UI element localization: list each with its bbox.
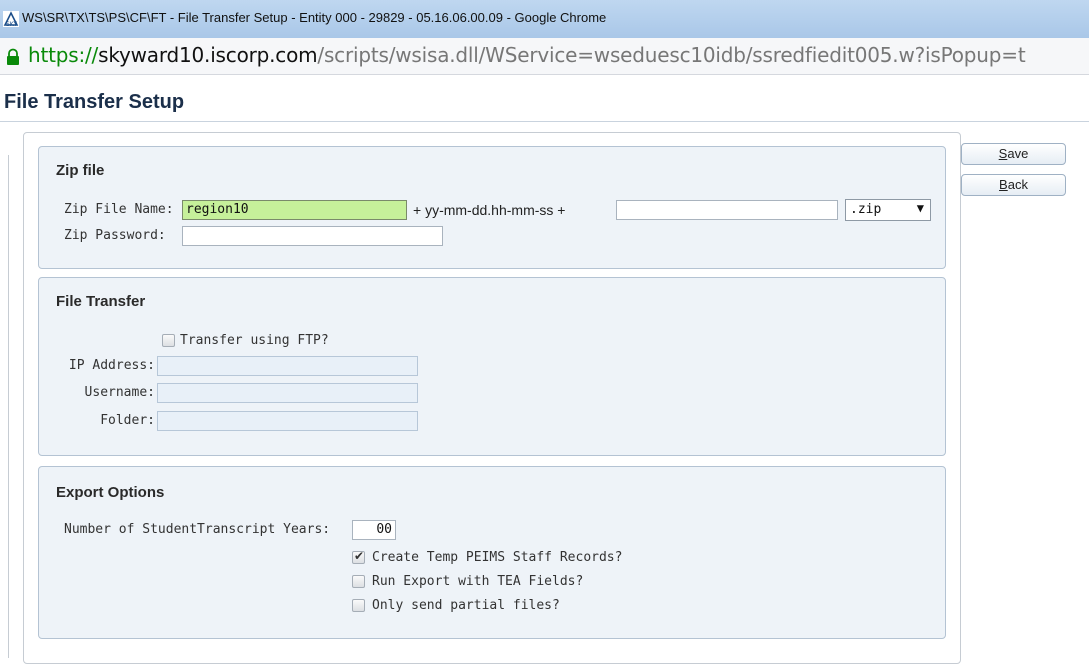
setup-form-panel: Zip file Zip File Name: region10 + yy-mm… — [23, 132, 961, 664]
lock-icon — [7, 48, 19, 65]
create-temp-peims-checkbox[interactable]: ✔ — [352, 549, 365, 564]
url-scheme: https:// — [28, 43, 99, 67]
transfer-ftp-checkbox[interactable] — [162, 334, 175, 347]
export-options-group: Export Options Number of StudentTranscri… — [38, 466, 946, 639]
zip-extension-select[interactable]: .zip ▼ — [845, 199, 931, 221]
file-transfer-group: File Transfer Transfer using FTP? IP Add… — [38, 277, 946, 456]
folder-label: Folder: — [100, 413, 155, 428]
transcript-years-input[interactable]: 00 — [352, 520, 396, 540]
page-content: File Transfer Setup Zip file Zip File Na… — [0, 75, 1089, 664]
username-input[interactable] — [157, 383, 418, 403]
partial-files-label: Only send partial files? — [372, 598, 560, 613]
zip-file-name-label: Zip File Name: — [64, 202, 174, 217]
zip-password-label: Zip Password: — [64, 228, 166, 243]
create-temp-peims-label: Create Temp PEIMS Staff Records? — [372, 550, 623, 565]
checkmark-icon: ✔ — [354, 549, 365, 563]
page-title: File Transfer Setup — [4, 91, 185, 113]
url-path: /scripts/wsisa.dll/WService=wseduesc10id… — [317, 43, 1026, 67]
username-label: Username: — [84, 385, 155, 400]
window-titlebar: SKY WS\SR\TX\TS\PS\CF\FT - File Transfer… — [0, 0, 1089, 38]
run-export-tea-checkbox[interactable] — [352, 575, 365, 588]
panel-left-edge — [8, 155, 9, 658]
transcript-years-label: Number of StudentTranscript Years: — [64, 522, 331, 537]
back-label: ack — [1007, 177, 1028, 192]
address-bar[interactable]: https://skyward10.iscorp.com/scripts/wsi… — [0, 38, 1089, 75]
file-transfer-group-title: File Transfer — [56, 293, 146, 310]
dropdown-arrow-icon: ▼ — [916, 201, 924, 215]
title-divider — [0, 121, 1089, 122]
window-title: WS\SR\TX\TS\PS\CF\FT - File Transfer Set… — [22, 10, 607, 25]
ip-address-input[interactable] — [157, 356, 418, 376]
partial-files-checkbox[interactable] — [352, 599, 365, 612]
save-button[interactable]: Save — [961, 143, 1066, 165]
zip-password-input[interactable] — [182, 226, 443, 246]
skyward-logo-icon: SKY — [3, 11, 19, 27]
transfer-ftp-label: Transfer using FTP? — [180, 333, 329, 348]
export-options-group-title: Export Options — [56, 484, 165, 501]
zip-file-group: Zip file Zip File Name: region10 + yy-mm… — [38, 146, 946, 269]
zip-file-group-title: Zip file — [56, 162, 105, 179]
zip-file-suffix-label: + yy-mm-dd.hh-mm-ss + — [413, 202, 566, 218]
zip-file-name-input[interactable]: region10 — [182, 200, 407, 220]
ip-address-label: IP Address: — [68, 358, 155, 373]
svg-text:SKY: SKY — [6, 21, 18, 27]
save-label: ave — [1007, 146, 1029, 161]
back-button[interactable]: Back — [961, 174, 1066, 196]
folder-input[interactable] — [157, 411, 418, 431]
zip-extension-value: .zip — [850, 202, 882, 217]
zip-file-suffix-input[interactable] — [616, 200, 838, 220]
run-export-tea-label: Run Export with TEA Fields? — [372, 574, 584, 589]
url-host: skyward10.iscorp.com — [98, 43, 318, 67]
url-text[interactable]: https://skyward10.iscorp.com/scripts/wsi… — [28, 43, 1026, 67]
back-accesskey: B — [999, 177, 1008, 192]
